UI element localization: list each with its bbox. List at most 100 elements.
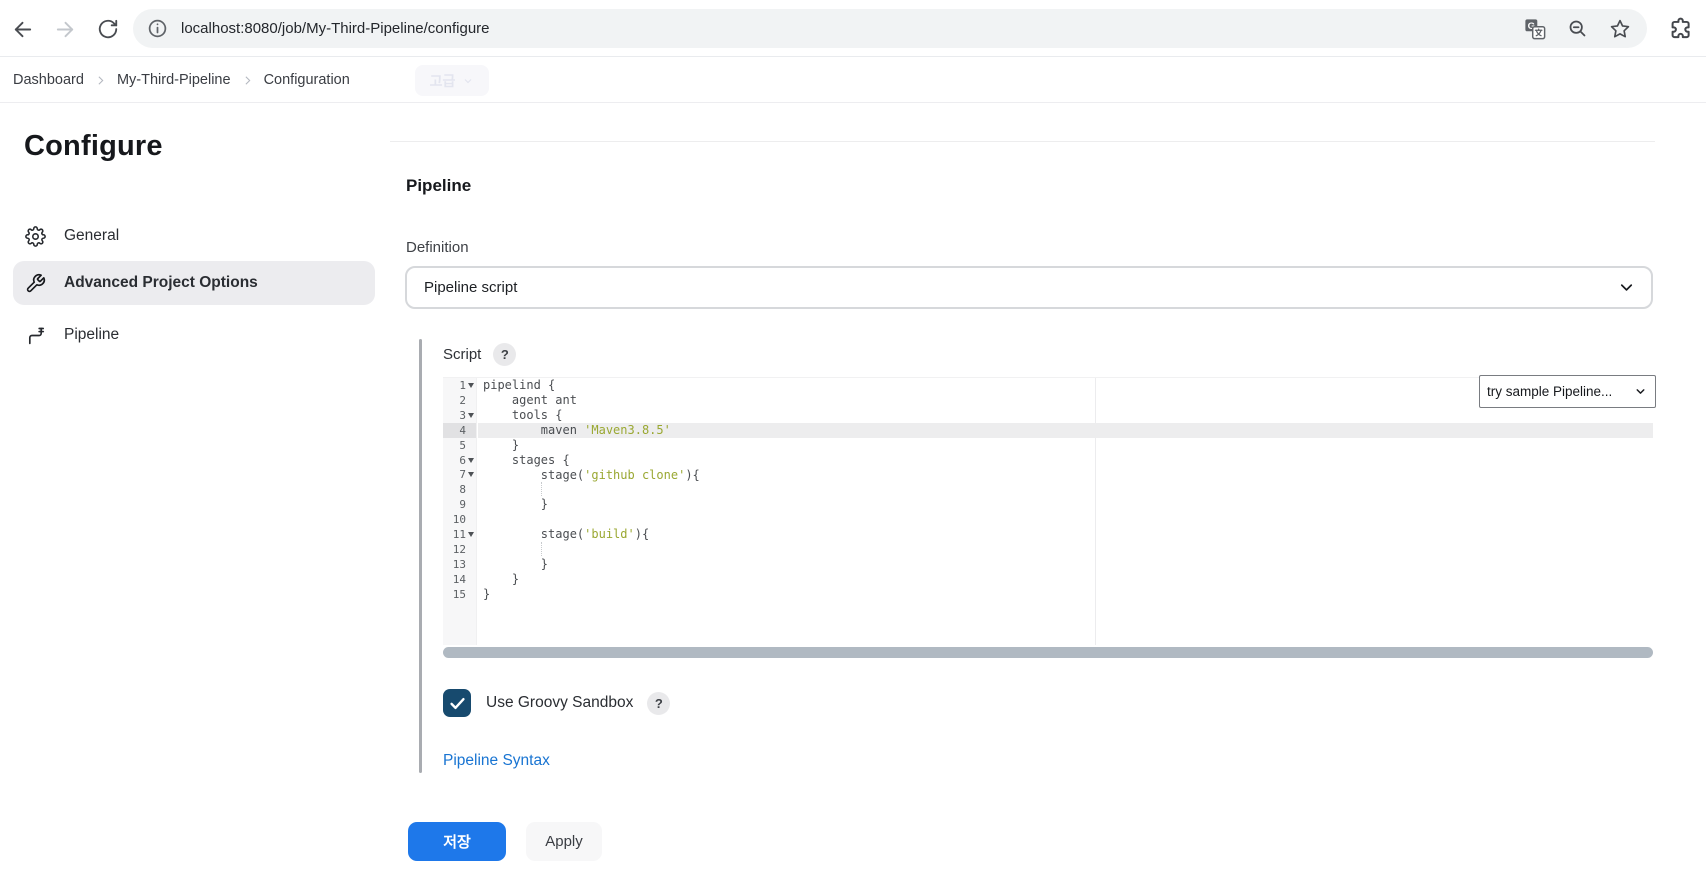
sample-pipeline-select-value: try sample Pipeline...: [1487, 384, 1613, 399]
line-number: 13: [452, 558, 466, 572]
line-number: 9: [459, 498, 466, 512]
page-title: Configure: [24, 130, 163, 162]
chevron-right-icon: [241, 74, 254, 87]
editor-horizontal-scrollbar[interactable]: [443, 647, 1653, 658]
extensions-icon[interactable]: [1668, 16, 1693, 41]
code-line[interactable]: [478, 512, 1653, 527]
pipeline-icon: [25, 325, 46, 346]
code-line[interactable]: maven 'Maven3.8.5': [478, 422, 1653, 438]
jenkins-configure-page: localhost:8080/job/My-Third-Pipeline/con…: [0, 0, 1706, 878]
url-actions: G: [1524, 9, 1631, 48]
line-number: 2: [459, 393, 466, 407]
line-number: 8: [459, 483, 466, 497]
line-number: 11: [452, 528, 466, 542]
wrench-icon: [25, 273, 46, 294]
line-number: 14: [452, 572, 466, 586]
definition-label: Definition: [406, 239, 469, 256]
chevron-down-icon: [1636, 389, 1645, 394]
line-number: 15: [452, 587, 466, 601]
url-text[interactable]: localhost:8080/job/My-Third-Pipeline/con…: [181, 20, 490, 37]
ghost-advanced-label: 고급: [429, 72, 456, 89]
code-line[interactable]: [478, 542, 1653, 557]
script-help-button[interactable]: ?: [493, 343, 517, 366]
sidebar-item-general[interactable]: General: [13, 214, 375, 258]
code-line[interactable]: agent ant: [478, 393, 1653, 408]
sidebar-item-advanced-project-options[interactable]: Advanced Project Options: [13, 261, 375, 305]
use-groovy-sandbox-label: Use Groovy Sandbox: [486, 694, 634, 711]
chevron-down-icon: [464, 78, 472, 83]
breadcrumb-item-dashboard[interactable]: Dashboard: [13, 72, 84, 88]
breadcrumb: Dashboard My-Third-Pipeline Configuratio…: [0, 58, 1706, 103]
line-number: 12: [452, 543, 466, 557]
script-label: Script: [443, 346, 482, 363]
site-info-icon[interactable]: [147, 18, 168, 39]
line-number: 10: [452, 513, 466, 527]
sample-pipeline-select[interactable]: try sample Pipeline...: [1479, 375, 1656, 408]
sidebar-item-label: General: [64, 227, 120, 244]
breadcrumb-item-job[interactable]: My-Third-Pipeline: [117, 72, 231, 88]
code-line[interactable]: stage('build'){: [478, 527, 1653, 542]
browser-toolbar: localhost:8080/job/My-Third-Pipeline/con…: [0, 0, 1706, 57]
line-number: 3: [459, 408, 466, 422]
gutter-lines: 1 2 3 4 5 6 7 8 9 10 11 12 13 14 15: [443, 378, 477, 645]
line-number: 7: [459, 468, 466, 482]
save-button[interactable]: 저장: [408, 822, 506, 861]
breadcrumb-item-configuration[interactable]: Configuration: [264, 72, 350, 88]
apply-button[interactable]: Apply: [526, 822, 602, 861]
use-groovy-sandbox-checkbox[interactable]: [443, 689, 471, 717]
line-number: 5: [459, 438, 466, 452]
code-line[interactable]: tools {: [478, 408, 1653, 423]
line-number: 6: [459, 453, 466, 467]
gear-icon: [25, 225, 46, 247]
translate-icon[interactable]: G: [1524, 18, 1546, 40]
chevron-right-icon: [94, 74, 107, 87]
config-section-menu: General Advanced Project Options Pipelin…: [13, 214, 375, 360]
script-row: Script ?: [443, 343, 517, 366]
fold-arrow-icon[interactable]: [466, 529, 476, 541]
code-line[interactable]: }: [478, 497, 1653, 512]
sidebar-item-label: Pipeline: [64, 326, 120, 343]
section-divider: [390, 141, 1655, 142]
pipeline-script-editor[interactable]: 1 2 3 4 5 6 7 8 9 10 11 12 13 14 15 pipelind { agent a…: [443, 377, 1653, 645]
code-line[interactable]: stages {: [478, 453, 1653, 468]
pipeline-section-title: Pipeline: [406, 176, 472, 195]
ghost-advanced-button: 고급: [415, 65, 489, 96]
bookmark-star-icon[interactable]: [1609, 18, 1631, 40]
url-bar[interactable]: localhost:8080/job/My-Third-Pipeline/con…: [133, 9, 1647, 48]
pipeline-syntax-link[interactable]: Pipeline Syntax: [443, 752, 550, 770]
sandbox-help-button[interactable]: ?: [647, 691, 671, 715]
indent-guide: [540, 482, 542, 497]
forward-icon[interactable]: [53, 17, 77, 41]
fold-arrow-icon[interactable]: [466, 379, 476, 391]
fold-arrow-icon[interactable]: [466, 409, 476, 421]
code-lines[interactable]: pipelind { agent ant tools { maven 'Mave…: [478, 378, 1653, 645]
back-icon[interactable]: [10, 17, 34, 41]
zoom-out-icon[interactable]: [1567, 18, 1588, 39]
reload-icon[interactable]: [96, 17, 120, 41]
code-line[interactable]: [478, 482, 1653, 497]
sidebar-item-label: Advanced Project Options: [64, 274, 258, 291]
sidebar-item-pipeline[interactable]: Pipeline: [13, 313, 375, 357]
code-line[interactable]: }: [478, 587, 1653, 602]
definition-select[interactable]: Pipeline script: [405, 266, 1653, 309]
definition-select-value: Pipeline script: [424, 279, 518, 296]
indent-guide: [540, 542, 542, 557]
code-line[interactable]: stage('github clone'){: [478, 468, 1653, 483]
code-line[interactable]: pipelind {: [478, 378, 1653, 393]
fold-arrow-icon[interactable]: [466, 454, 476, 466]
check-icon: [449, 697, 465, 709]
fold-arrow-icon[interactable]: [466, 469, 476, 481]
line-number: 1: [459, 378, 466, 392]
code-line[interactable]: }: [478, 572, 1653, 587]
code-line[interactable]: }: [478, 438, 1653, 453]
code-line[interactable]: }: [478, 557, 1653, 572]
